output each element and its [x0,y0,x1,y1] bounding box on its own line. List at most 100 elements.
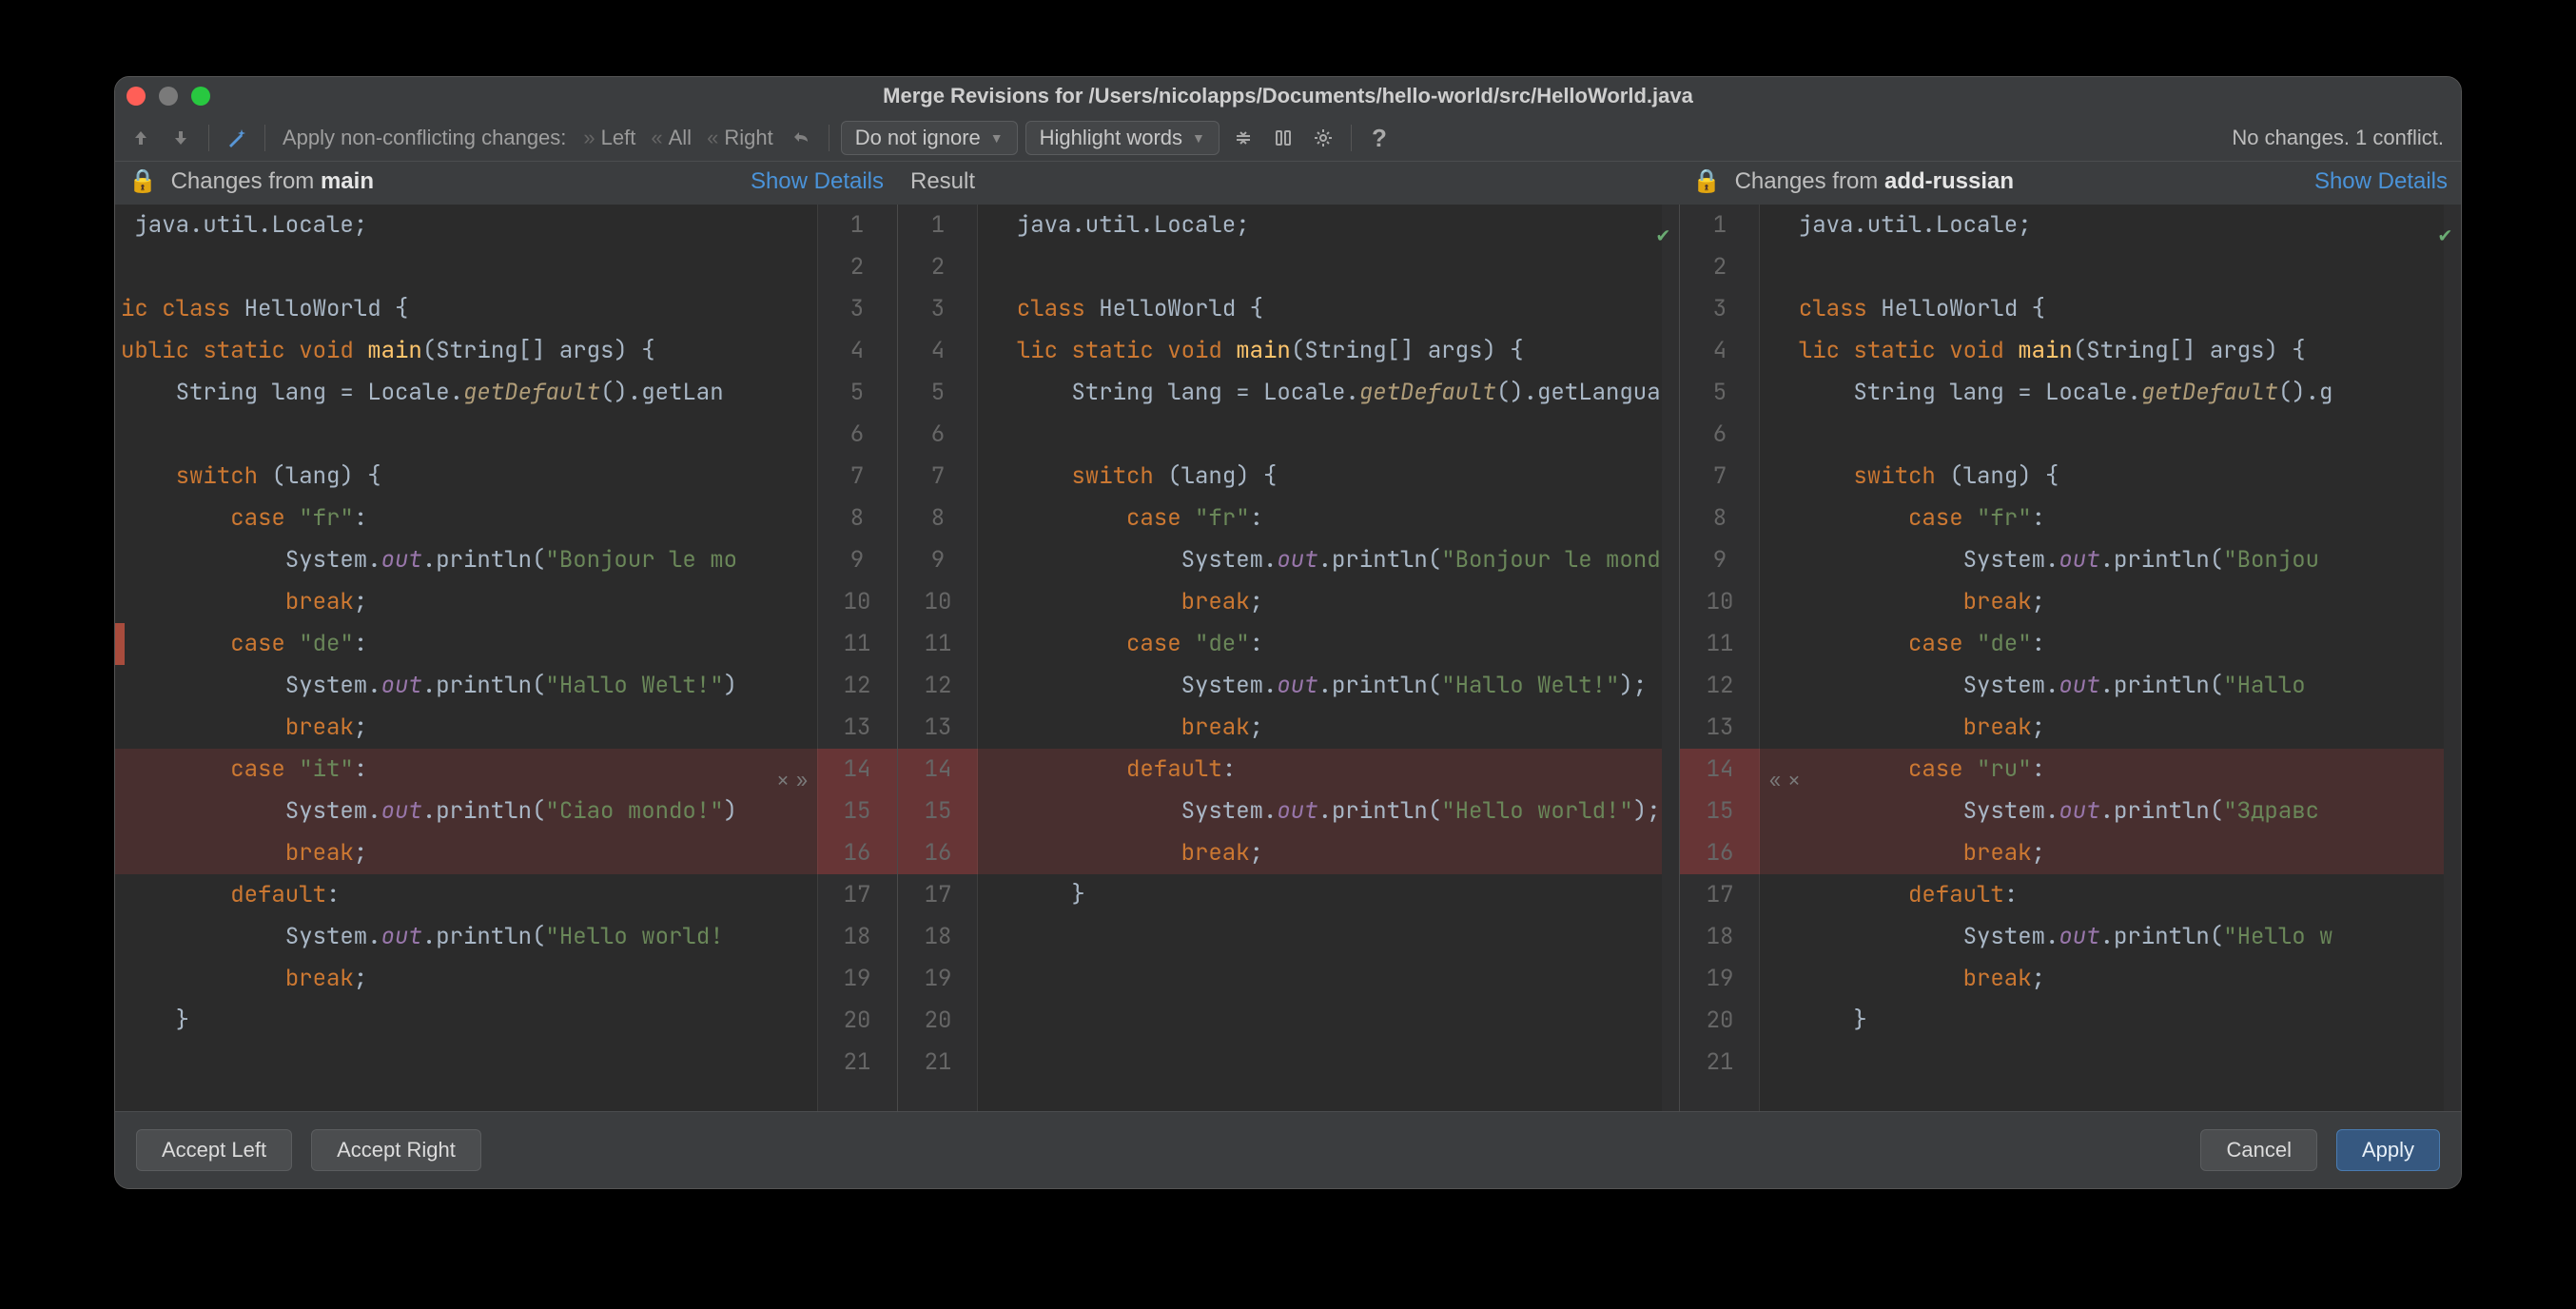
code-line[interactable]: 3 class HelloWorld { [1680,288,2461,330]
toolbar: Apply non-conflicting changes: »Left «Al… [115,115,2461,162]
magic-resolve-button[interactable] [221,122,253,154]
reject-change-button[interactable]: ✕ [777,759,789,801]
left-pane[interactable]: ✕ » 1 java.util.Locale;23ic class HelloW… [115,205,897,1111]
code-line[interactable]: 21 [898,1042,1679,1084]
code-line[interactable]: 8 case "fr": [115,498,897,539]
code-line[interactable]: 5 String lang = Locale.getDefault().getL… [898,372,1679,414]
prev-change-button[interactable] [125,122,157,154]
scrollbar[interactable] [1662,205,1679,1111]
code-line[interactable]: 14 default: [898,749,1679,791]
right-pane[interactable]: ✔ « ✕ 1 java.util.Locale;23 class HelloW… [1679,205,2461,1111]
code-line[interactable]: 18 [898,916,1679,958]
code-line[interactable]: 9 System.out.println("Bonjour le mo [115,539,897,581]
code-line[interactable]: 7 switch (lang) { [115,456,897,498]
code-line[interactable]: 12 System.out.println("Hallo Welt!"); [898,665,1679,707]
line-number: 5 [898,372,978,414]
apply-all-chip[interactable]: «All [647,126,695,150]
code-line[interactable]: 19 break; [1680,958,2461,1000]
code-line[interactable]: 13 break; [115,707,897,749]
undo-button[interactable] [785,122,817,154]
code-line[interactable]: 9 System.out.println("Bonjou [1680,539,2461,581]
code-line[interactable]: 20 } [115,1000,897,1042]
code-text: default: [1760,874,2461,916]
code-line[interactable]: 12 System.out.println("Hallo Welt!") [115,665,897,707]
result-pane[interactable]: ✔ 1 java.util.Locale;23 class HelloWorld… [897,205,1679,1111]
minimize-window-button[interactable] [159,87,178,106]
accept-right-button[interactable]: Accept Right [311,1129,481,1171]
code-line[interactable]: 3ic class HelloWorld { [115,288,897,330]
code-text: break; [1760,707,2461,749]
code-line[interactable]: 19 break; [115,958,897,1000]
ignore-select[interactable]: Do not ignore ▼ [841,121,1018,155]
line-number: 8 [817,498,897,539]
code-line[interactable]: 13 break; [1680,707,2461,749]
collapse-unchanged-button[interactable] [1227,122,1259,154]
code-line[interactable]: 1 java.util.Locale; [115,205,897,246]
code-line[interactable]: 1 java.util.Locale; [898,205,1679,246]
scrollbar[interactable] [2444,205,2461,1111]
code-line[interactable]: 21 [115,1042,897,1084]
accept-change-button[interactable]: » [796,759,808,801]
code-line[interactable]: 4 lic static void main(String[] args) { [1680,330,2461,372]
apply-right-chip[interactable]: «Right [703,126,777,150]
code-line[interactable]: 1 java.util.Locale; [1680,205,2461,246]
code-line[interactable]: 18 System.out.println("Hello w [1680,916,2461,958]
maximize-window-button[interactable] [191,87,210,106]
code-line[interactable]: 16 break; [115,832,897,874]
code-line[interactable]: 5 String lang = Locale.getDefault().getL… [115,372,897,414]
cancel-button[interactable]: Cancel [2200,1129,2316,1171]
apply-button[interactable]: Apply [2336,1129,2440,1171]
code-line[interactable]: 11 case "de": [898,623,1679,665]
code-line[interactable]: 9 System.out.println("Bonjour le monde !… [898,539,1679,581]
show-details-left[interactable]: Show Details [751,168,884,195]
settings-button[interactable] [1307,122,1339,154]
accept-left-button[interactable]: Accept Left [136,1129,292,1171]
code-line[interactable]: 19 [898,958,1679,1000]
code-line[interactable]: 3 class HelloWorld { [898,288,1679,330]
code-line[interactable]: 7 switch (lang) { [1680,456,2461,498]
code-line[interactable]: 12 System.out.println("Hallo [1680,665,2461,707]
code-line[interactable]: 10 break; [115,581,897,623]
code-line[interactable]: 21 [1680,1042,2461,1084]
code-line[interactable]: 2 [115,246,897,288]
apply-left-chip[interactable]: »Left [579,126,639,150]
code-line[interactable]: 20 [898,1000,1679,1042]
code-line[interactable]: 15 System.out.println("Hello world!"); [898,791,1679,832]
next-change-button[interactable] [165,122,197,154]
code-line[interactable]: 13 break; [898,707,1679,749]
code-line[interactable]: 10 break; [1680,581,2461,623]
help-button[interactable]: ? [1363,122,1395,154]
code-line[interactable]: 18 System.out.println("Hello world! [115,916,897,958]
code-line[interactable]: 20 } [1680,1000,2461,1042]
code-line[interactable]: 2 [1680,246,2461,288]
code-line[interactable]: 17 default: [1680,874,2461,916]
code-line[interactable]: 16 break; [898,832,1679,874]
code-line[interactable]: 16 break; [1680,832,2461,874]
code-line[interactable]: 7 switch (lang) { [898,456,1679,498]
code-line[interactable]: 8 case "fr": [898,498,1679,539]
accept-change-button[interactable]: « [1769,759,1781,801]
code-line[interactable]: 4ublic static void main(String[] args) { [115,330,897,372]
code-line[interactable]: 6 [115,414,897,456]
show-details-right[interactable]: Show Details [2314,168,2448,195]
line-number: 9 [898,539,978,581]
sync-scroll-button[interactable] [1267,122,1299,154]
code-line[interactable]: 17 default: [115,874,897,916]
code-line[interactable]: 8 case "fr": [1680,498,2461,539]
code-line[interactable]: 2 [898,246,1679,288]
reject-change-button[interactable]: ✕ [1788,759,1800,801]
line-number: 1 [898,205,978,246]
code-line[interactable]: 17 } [898,874,1679,916]
code-line[interactable]: 11 case "de": [1680,623,2461,665]
code-text: String lang = Locale.getDefault().getLan [115,372,817,414]
code-text: System.out.println("Hello w [1760,916,2461,958]
lock-icon: 🔒 [128,168,157,194]
code-line[interactable]: 10 break; [898,581,1679,623]
highlight-select[interactable]: Highlight words ▼ [1025,121,1220,155]
close-window-button[interactable] [127,87,146,106]
code-line[interactable]: 4 lic static void main(String[] args) { [898,330,1679,372]
code-line[interactable]: 5 String lang = Locale.getDefault().g [1680,372,2461,414]
code-line[interactable]: 6 [898,414,1679,456]
code-line[interactable]: 6 [1680,414,2461,456]
code-line[interactable]: 11 case "de": [115,623,897,665]
